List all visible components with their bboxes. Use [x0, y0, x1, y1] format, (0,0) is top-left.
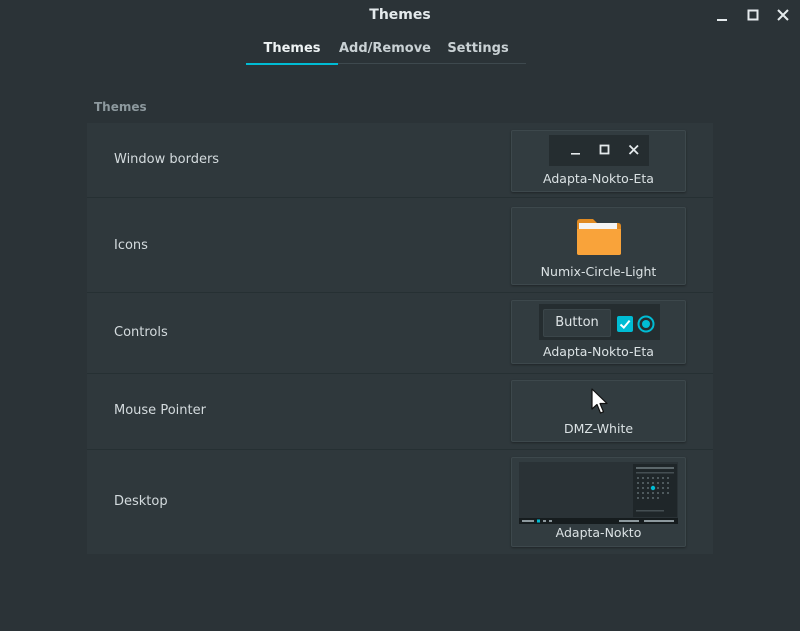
row-desktop: Desktop Adapta-Nokto [87, 451, 713, 554]
folder-icon [577, 219, 621, 255]
desktop-theme-button[interactable]: Adapta-Nokto [511, 457, 686, 547]
close-button[interactable] [775, 7, 791, 23]
row-label: Controls [114, 325, 168, 340]
icons-theme-name: Numix-Circle-Light [540, 264, 657, 279]
radio-selected-icon [637, 315, 655, 333]
tab-themes[interactable]: Themes [246, 33, 338, 65]
theme-list: Window borders Adapta-Nokto-Eta Icons Nu… [87, 123, 713, 554]
minimize-button[interactable] [715, 7, 731, 23]
icons-theme-button[interactable]: Numix-Circle-Light [511, 207, 686, 285]
window-title: Themes [369, 7, 431, 23]
mouse-pointer-theme-button[interactable]: DMZ-White [511, 380, 686, 442]
controls-theme-name: Adapta-Nokto-Eta [543, 344, 654, 359]
row-label: Mouse Pointer [114, 403, 206, 418]
row-label: Icons [114, 238, 148, 253]
checkbox-checked-icon [617, 316, 633, 332]
window-borders-preview [549, 135, 649, 166]
controls-theme-button[interactable]: Button Adapta-Nokto-Eta [511, 300, 686, 364]
maximize-icon [747, 9, 759, 21]
mouse-pointer-theme-name: DMZ-White [563, 421, 634, 436]
minimize-icon [571, 153, 580, 155]
cursor-arrow-icon [591, 388, 608, 414]
tab-bar: Themes Add/Remove Settings [246, 33, 526, 65]
tab-add-remove[interactable]: Add/Remove [338, 33, 432, 64]
row-window-borders: Window borders Adapta-Nokto-Eta [87, 123, 713, 198]
row-icons: Icons Numix-Circle-Light [87, 199, 713, 293]
maximize-button[interactable] [746, 7, 762, 23]
maximize-icon [599, 144, 610, 155]
preview-button: Button [543, 309, 611, 337]
minimize-icon [717, 19, 727, 21]
close-icon [628, 144, 639, 155]
row-controls: Controls Button Adapta-Nokto-Eta [87, 294, 713, 374]
row-label: Desktop [114, 494, 168, 509]
desktop-preview-thumbnail [519, 462, 678, 524]
window-borders-theme-name: Adapta-Nokto-Eta [543, 171, 654, 186]
controls-preview: Button [539, 304, 660, 340]
desktop-theme-name: Adapta-Nokto [555, 525, 642, 540]
close-icon [777, 9, 789, 21]
row-mouse-pointer: Mouse Pointer DMZ-White [87, 375, 713, 450]
tab-settings[interactable]: Settings [438, 33, 518, 64]
row-label: Window borders [114, 152, 220, 167]
window-borders-theme-button[interactable]: Adapta-Nokto-Eta [511, 130, 686, 192]
section-title: Themes [94, 100, 147, 114]
window-titlebar: Themes [0, 0, 800, 32]
